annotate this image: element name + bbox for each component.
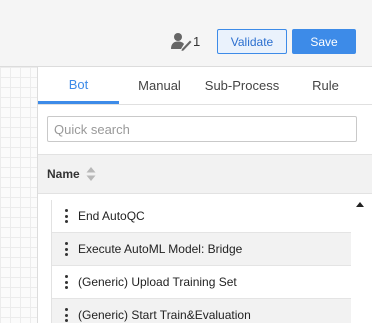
save-button[interactable]: Save: [292, 29, 356, 54]
name-column-header[interactable]: Name: [38, 154, 372, 194]
active-users-count: 1: [193, 33, 201, 49]
drag-handle-icon[interactable]: [63, 308, 69, 322]
list-item[interactable]: End AutoQC: [52, 200, 352, 233]
list-item-label: (Generic) Upload Training Set: [78, 275, 237, 289]
validate-button[interactable]: Validate: [217, 29, 287, 54]
activity-list: End AutoQC Execute AutoML Model: Bridge …: [51, 200, 352, 323]
tab-rule[interactable]: Rule: [284, 67, 367, 104]
activity-panel: Bot Manual Sub-Process Rule Name End Aut…: [37, 67, 372, 323]
activity-tabs: Bot Manual Sub-Process Rule: [38, 67, 372, 105]
tab-manual[interactable]: Manual: [119, 67, 200, 104]
scroll-up-arrow-icon[interactable]: [356, 202, 364, 207]
canvas-grid: [0, 67, 37, 323]
list-item[interactable]: (Generic) Upload Training Set: [52, 266, 352, 299]
quick-search-input[interactable]: [48, 117, 356, 141]
list-item-label: End AutoQC: [78, 209, 145, 223]
drag-handle-icon[interactable]: [63, 275, 69, 289]
list-item-label: (Generic) Start Train&Evaluation: [78, 308, 251, 322]
tab-sub-process[interactable]: Sub-Process: [200, 67, 284, 104]
list-item[interactable]: Execute AutoML Model: Bridge: [52, 233, 352, 266]
tab-bot[interactable]: Bot: [38, 67, 119, 104]
list-scrollbar[interactable]: [351, 200, 372, 323]
list-item[interactable]: (Generic) Start Train&Evaluation: [52, 299, 352, 323]
active-users-indicator[interactable]: 1: [170, 31, 200, 51]
top-toolbar: 1 Validate Save: [0, 0, 372, 67]
list-item-label: Execute AutoML Model: Bridge: [78, 242, 243, 256]
user-edit-icon: [170, 31, 192, 51]
quick-search-field[interactable]: [47, 116, 357, 142]
drag-handle-icon[interactable]: [63, 209, 69, 223]
sort-icon[interactable]: [86, 166, 96, 182]
name-column-label: Name: [47, 167, 80, 181]
drag-handle-icon[interactable]: [63, 242, 69, 256]
